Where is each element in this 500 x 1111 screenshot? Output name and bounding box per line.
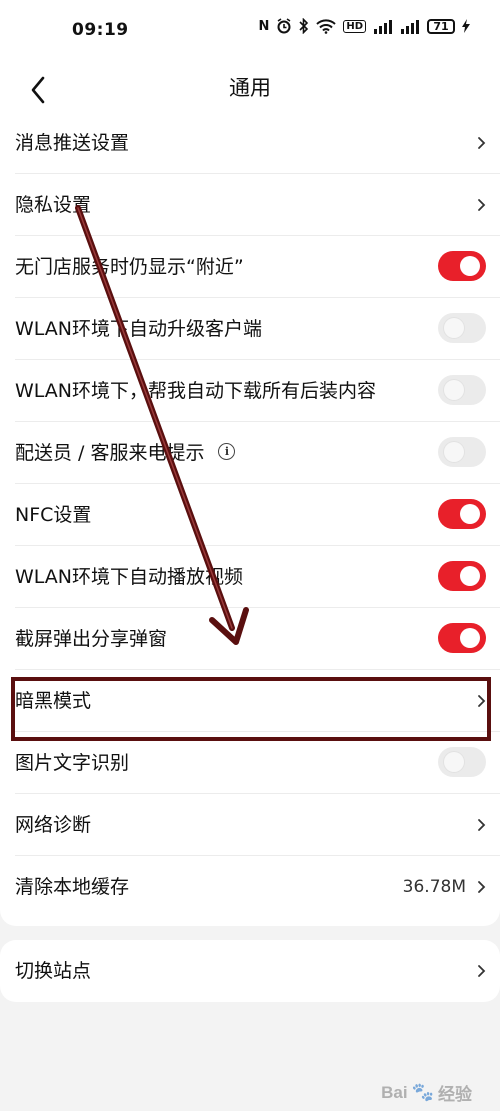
switch-site-label: 切换站点 (15, 960, 92, 982)
settings-row-label: 暗黑模式 (15, 690, 92, 712)
hd-icon: HD (343, 19, 366, 33)
settings-row-label: 配送员 / 客服来电提示 i (15, 422, 236, 484)
settings-row-label: 消息推送设置 (15, 132, 130, 154)
settings-row-label: 清除本地缓存 (15, 876, 130, 898)
toggle-switch[interactable] (438, 375, 486, 405)
settings-row[interactable]: 截屏弹出分享弹窗 (0, 608, 500, 670)
toggle-switch[interactable] (438, 747, 486, 777)
toggle-switch[interactable] (438, 437, 486, 467)
settings-row[interactable]: 暗黑模式 (0, 670, 500, 732)
watermark-text-2: 经验 (438, 1085, 472, 1104)
settings-row[interactable]: 清除本地缓存 36.78M (0, 856, 500, 918)
chevron-right-icon (478, 199, 486, 211)
toggle-knob (444, 442, 464, 462)
chevron-right-icon (478, 819, 486, 831)
signal-icon-2 (400, 19, 420, 34)
nfc-icon: N (258, 18, 270, 34)
chevron-right-icon (478, 881, 486, 893)
settings-row-label: WLAN环境下自动播放视频 (15, 566, 244, 588)
paw-icon: 🐾 (411, 1082, 434, 1102)
toggle-switch[interactable] (438, 251, 486, 281)
watermark-text: Bai (381, 1082, 408, 1102)
page-title: 通用 (229, 76, 271, 100)
charging-icon (462, 19, 470, 33)
settings-row[interactable]: NFC设置 (0, 484, 500, 546)
settings-card: 消息推送设置 隐私设置无门店服务时仍显示“附近” WLAN环境下自动升级客户端 WLA… (0, 112, 500, 926)
settings-row[interactable]: WLAN环境下自动播放视频 (0, 546, 500, 608)
chevron-right-icon (478, 137, 486, 149)
toggle-switch[interactable] (438, 313, 486, 343)
toggle-knob (460, 504, 480, 524)
settings-row[interactable]: 隐私设置 (0, 174, 500, 236)
settings-row[interactable]: WLAN环境下自动升级客户端 (0, 298, 500, 360)
status-icons: N HD 71 (258, 18, 470, 34)
status-bar: 09:19 N HD 71 (0, 0, 500, 62)
switch-site-row[interactable]: 切换站点 (0, 940, 500, 1002)
settings-row-label: WLAN环境下，帮我自动下载所有后装内容 (15, 380, 377, 402)
settings-row[interactable]: 图片文字识别 (0, 732, 500, 794)
status-time: 09:19 (72, 20, 129, 40)
settings-row-label: 隐私设置 (15, 194, 92, 216)
bluetooth-icon (299, 18, 309, 34)
wifi-icon (316, 18, 337, 34)
alarm-icon (276, 18, 292, 34)
toggle-knob (444, 318, 464, 338)
settings-row-label: 截屏弹出分享弹窗 (15, 628, 168, 650)
toggle-knob (444, 380, 464, 400)
settings-row-label: 图片文字识别 (15, 752, 130, 774)
chevron-right-icon (478, 965, 486, 977)
settings-row[interactable]: 无门店服务时仍显示“附近” (0, 236, 500, 298)
toggle-knob (460, 256, 480, 276)
settings-row-label: 无门店服务时仍显示“附近” (15, 256, 244, 278)
settings-row-label: NFC设置 (15, 504, 92, 526)
settings-row[interactable]: 配送员 / 客服来电提示 i (0, 422, 500, 484)
settings-row-label: 网络诊断 (15, 814, 92, 836)
info-icon[interactable]: i (218, 443, 236, 460)
settings-row[interactable]: 网络诊断 (0, 794, 500, 856)
toggle-switch[interactable] (438, 623, 486, 653)
toggle-switch[interactable] (438, 499, 486, 529)
chevron-right-icon (478, 695, 486, 707)
settings-row[interactable]: 消息推送设置 (0, 112, 500, 174)
site-card: 切换站点 (0, 940, 500, 1002)
settings-row[interactable]: WLAN环境下，帮我自动下载所有后装内容 (0, 360, 500, 422)
toggle-knob (460, 566, 480, 586)
settings-row-label: WLAN环境下自动升级客户端 (15, 318, 263, 340)
signal-icon (373, 19, 393, 34)
toggle-knob (444, 752, 464, 772)
baidu-watermark: Bai 🐾 经验 (381, 1080, 472, 1105)
battery-icon: 71 (427, 18, 455, 34)
toggle-knob (460, 628, 480, 648)
toggle-switch[interactable] (438, 561, 486, 591)
cache-size-value: 36.78M (402, 877, 466, 897)
